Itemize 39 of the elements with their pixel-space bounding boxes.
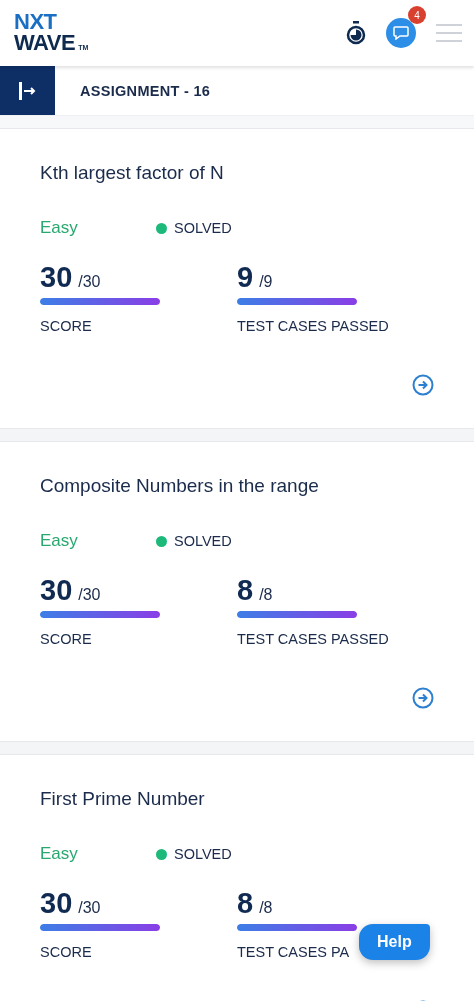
status-label: SOLVED [174, 846, 232, 862]
difficulty-label: Easy [40, 844, 79, 864]
tests-label: TEST CASES PASSED [237, 318, 390, 334]
logo-text: NXT [14, 12, 58, 33]
tests-value: 9 [237, 261, 254, 294]
score-total: /30 [78, 899, 101, 917]
tests-value: 8 [237, 574, 254, 607]
tests-value: 8 [237, 887, 254, 920]
score-total: /30 [78, 586, 101, 604]
help-button[interactable]: Help [359, 924, 430, 960]
score-value: 30 [40, 887, 73, 920]
notification-badge: 4 [408, 6, 426, 24]
score-value: 30 [40, 574, 73, 607]
tests-total: /8 [259, 899, 273, 917]
difficulty-label: Easy [40, 531, 79, 551]
expand-sidebar-button[interactable] [0, 66, 55, 115]
assignment-title: ASSIGNMENT - 16 [80, 82, 211, 99]
arrow-right-circle-icon[interactable] [412, 374, 434, 396]
chat-bubble-icon [393, 26, 409, 40]
difficulty-label: Easy [40, 218, 79, 238]
score-label: SCORE [40, 318, 93, 334]
tests-label: TEST CASES PA [237, 944, 351, 960]
tests-label: TEST CASES PASSED [237, 631, 390, 647]
arrow-right-circle-icon[interactable] [412, 687, 434, 709]
problem-title: Kth largest factor of N [40, 162, 225, 184]
score-total: /30 [78, 273, 101, 291]
tests-total: /8 [259, 586, 273, 604]
chat-button[interactable] [386, 18, 416, 48]
expand-arrow-icon [17, 81, 38, 100]
stopwatch-icon[interactable] [346, 21, 366, 45]
status-label: SOLVED [174, 220, 232, 236]
score-label: SCORE [40, 631, 93, 647]
tests-total: /9 [259, 273, 273, 291]
score-value: 30 [40, 261, 73, 294]
score-label: SCORE [40, 944, 93, 960]
problem-title: Composite Numbers in the range [40, 475, 320, 497]
logo-text: WAVE [14, 33, 76, 54]
status-label: SOLVED [174, 533, 232, 549]
problem-title: First Prime Number [40, 788, 206, 810]
